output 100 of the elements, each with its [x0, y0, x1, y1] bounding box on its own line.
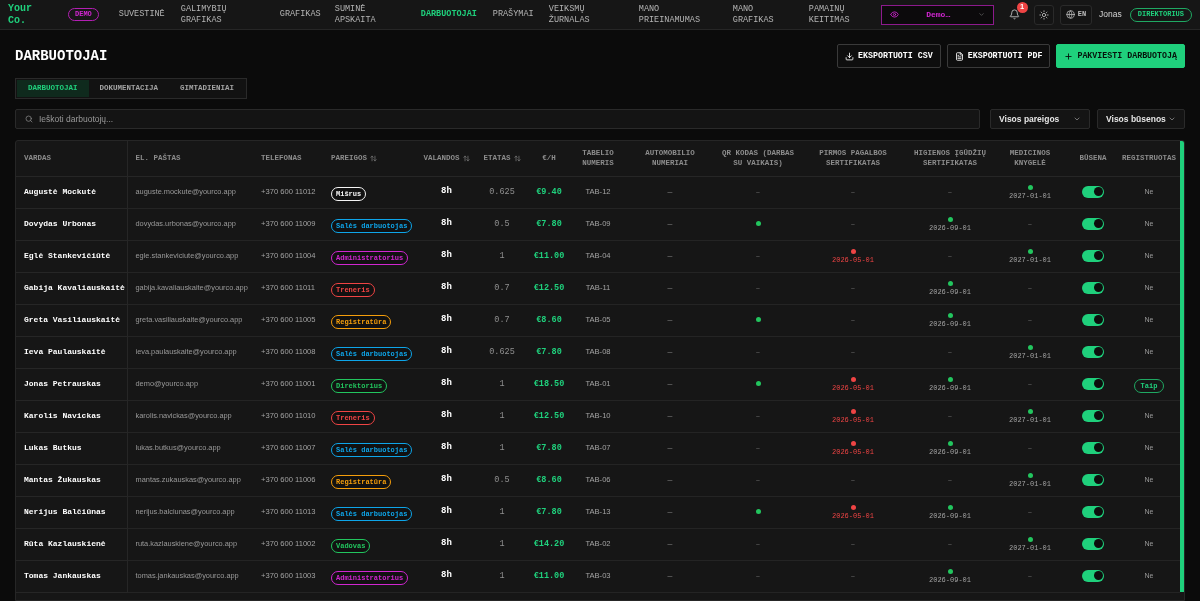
- table-cell: –: [798, 208, 908, 240]
- nav-link[interactable]: GALIMYBIŲ GRAFIKAS: [180, 3, 280, 26]
- chevron-down-icon: [1073, 115, 1081, 123]
- status-toggle[interactable]: [1082, 569, 1104, 582]
- table-cell: Mantas Žukauskas: [16, 464, 127, 496]
- table-cell: 8h: [413, 304, 480, 336]
- table-cell: Lukas Butkus: [16, 432, 127, 464]
- status-toggle[interactable]: [1082, 185, 1104, 198]
- table-cell: —: [622, 432, 718, 464]
- nav-link[interactable]: PAMAINŲ KEITIMAS: [808, 3, 871, 26]
- status-toggle[interactable]: [1082, 217, 1104, 230]
- table-cell: 0.5: [480, 464, 524, 496]
- table-cell: Ieva Paulauskaitė: [16, 336, 127, 368]
- table-cell: Jonas Petrauskas: [16, 368, 127, 400]
- table-cell: —: [622, 496, 718, 528]
- nav-link[interactable]: VEIKSMŲ ŽURNALAS: [548, 3, 639, 26]
- table-cell: –: [992, 272, 1068, 304]
- table-cell: –: [718, 432, 798, 464]
- filter-select[interactable]: Visos būsenos: [1097, 109, 1185, 129]
- chevron-down-icon: [977, 11, 985, 18]
- table-cell: €18.50: [524, 368, 574, 400]
- table-cell: —: [622, 528, 718, 560]
- table-cell: 8h: [413, 496, 480, 528]
- status-toggle[interactable]: [1082, 377, 1104, 390]
- page-title: DARBUOTOJAI: [15, 46, 108, 66]
- table-cell: –: [992, 368, 1068, 400]
- table-cell: Tomas Jankauskas: [16, 560, 127, 592]
- table-cell: 8h: [413, 176, 480, 208]
- view-select[interactable]: Demo…: [880, 4, 994, 25]
- nav-link[interactable]: MANO GRAFIKAS: [732, 3, 809, 26]
- nav-link[interactable]: PRAŠYMAI: [492, 9, 549, 20]
- table-cell: –: [718, 240, 798, 272]
- nav-link[interactable]: GRAFIKAS: [279, 9, 335, 20]
- table-cell: –: [798, 272, 908, 304]
- table-cell: –: [992, 208, 1068, 240]
- table-cell: 1: [480, 400, 524, 432]
- table-cell: —: [622, 304, 718, 336]
- export-button[interactable]: EKSPORTUOTI PDF: [946, 44, 1051, 68]
- status-toggle[interactable]: [1082, 537, 1104, 550]
- chevron-down-icon: [1168, 115, 1176, 123]
- status-toggle[interactable]: [1082, 505, 1104, 518]
- scrollbar-thumb[interactable]: [1180, 141, 1184, 592]
- table-cell: –: [798, 464, 908, 496]
- status-toggle[interactable]: [1082, 345, 1104, 358]
- table-cell: 0.7: [480, 272, 524, 304]
- table-cell: €8.60: [524, 304, 574, 336]
- nav-link[interactable]: MANO PRIEINAMUMAS: [638, 3, 733, 26]
- table-cell: 0.7: [480, 304, 524, 336]
- table-cell: –: [992, 496, 1068, 528]
- theme-button[interactable]: [1033, 4, 1054, 25]
- table-cell: €7.80: [524, 496, 574, 528]
- sort-icon[interactable]: [462, 154, 470, 162]
- nav-link[interactable]: DARBUOTOJAI: [420, 9, 493, 20]
- status-toggle[interactable]: [1082, 249, 1104, 262]
- nav-link[interactable]: SUMINĖ APSKAITA: [334, 3, 421, 26]
- status-toggle[interactable]: [1082, 441, 1104, 454]
- table-cell: 1: [480, 368, 524, 400]
- table-cell: 8h: [413, 272, 480, 304]
- invite-button[interactable]: PAKVIESTI DARBUOTOJĄ: [1056, 44, 1185, 68]
- table-cell: 1: [480, 240, 524, 272]
- sort-icon[interactable]: [513, 154, 521, 162]
- eye-icon: [889, 10, 899, 19]
- table-cell: –: [718, 176, 798, 208]
- bell-icon: [1009, 9, 1021, 20]
- status-toggle[interactable]: [1082, 281, 1104, 294]
- table-cell: 8h: [413, 208, 480, 240]
- nav-link[interactable]: SUVESTINĖ: [118, 9, 181, 20]
- table-cell: 1: [480, 528, 524, 560]
- table-cell: €12.50: [524, 272, 574, 304]
- table-cell: 8h: [413, 240, 480, 272]
- table-cell: —: [622, 176, 718, 208]
- table-cell: €8.60: [524, 464, 574, 496]
- table-cell: 0.625: [480, 176, 524, 208]
- table-cell: 1: [480, 432, 524, 464]
- document-icon: [954, 51, 964, 61]
- table-cell: –: [798, 336, 908, 368]
- plus-icon: [1064, 51, 1074, 61]
- table-cell: —: [622, 240, 718, 272]
- table-cell: Eglė Stankevičiūtė: [16, 240, 127, 272]
- table-cell: —: [622, 272, 718, 304]
- table-cell: Rūta Kazlauskienė: [16, 528, 127, 560]
- table-cell: –: [718, 400, 798, 432]
- table-cell: €11.00: [524, 240, 574, 272]
- status-toggle[interactable]: [1082, 473, 1104, 486]
- sort-icon[interactable]: [370, 154, 377, 162]
- search-field[interactable]: Ieškoti darbuotojų...: [15, 109, 980, 129]
- table-cell: –: [908, 464, 992, 496]
- table-cell: –: [908, 336, 992, 368]
- table-cell: Karolis Navickas: [16, 400, 127, 432]
- brand-name[interactable]: Your Co.: [8, 2, 52, 27]
- export-button[interactable]: EKSPORTUOTI CSV: [837, 44, 941, 68]
- table-cell: Nerijus Balčiūnas: [16, 496, 127, 528]
- table-cell: —: [622, 208, 718, 240]
- status-toggle[interactable]: [1082, 409, 1104, 422]
- table-cell: –: [798, 304, 908, 336]
- table-cell: –: [992, 432, 1068, 464]
- status-toggle[interactable]: [1082, 313, 1104, 326]
- table-cell: –: [992, 560, 1068, 592]
- filter-select[interactable]: Visos pareigos: [990, 109, 1090, 129]
- table-cell: €7.80: [524, 208, 574, 240]
